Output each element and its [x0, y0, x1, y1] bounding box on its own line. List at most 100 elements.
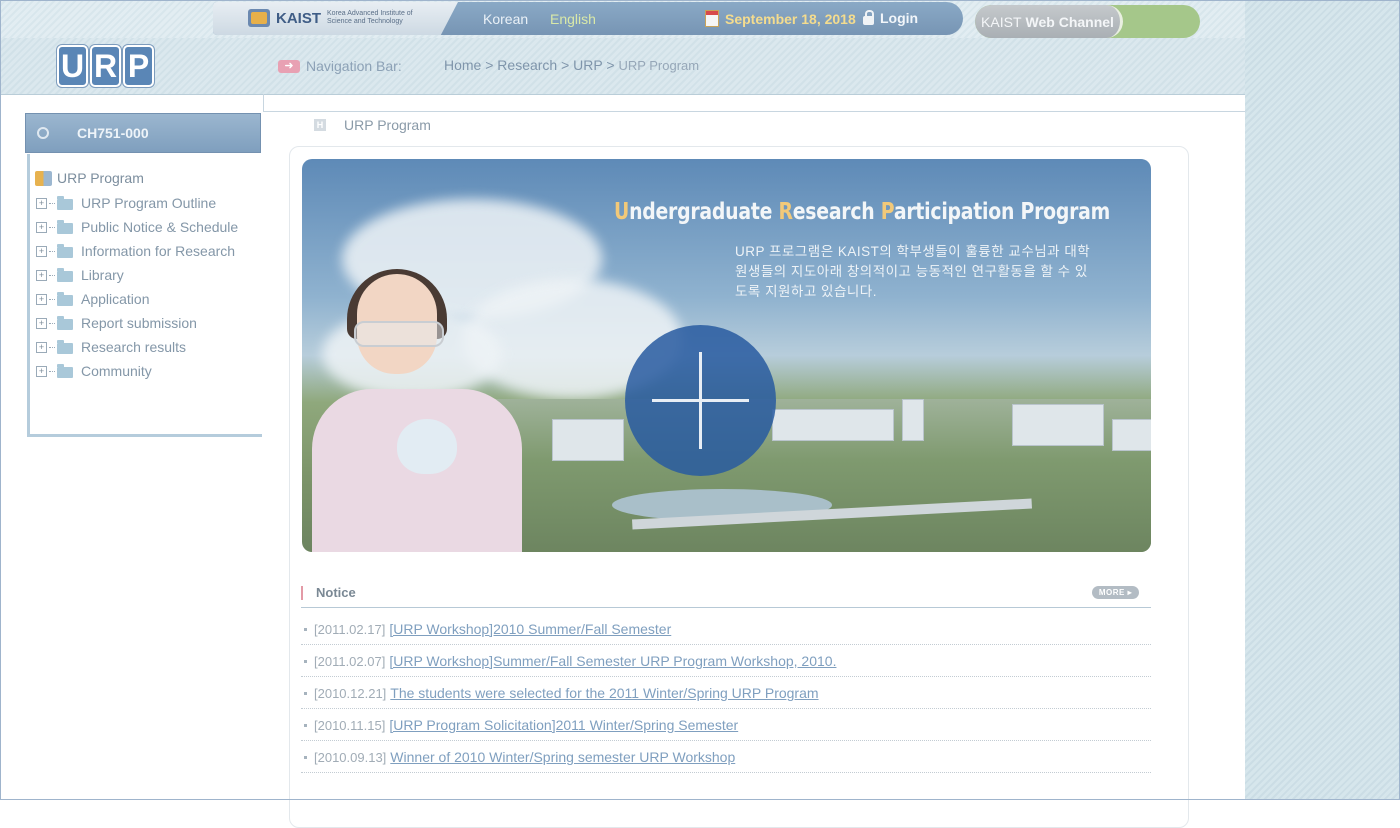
- notice-item: [2011.02.17] [URP Workshop]2010 Summer/F…: [301, 614, 1151, 645]
- sidebar-header: CH751-000: [25, 113, 261, 153]
- plus-box-icon[interactable]: +: [36, 293, 47, 305]
- notice-link[interactable]: [URP Workshop]Summer/Fall Semester URP P…: [389, 653, 836, 669]
- bullet-icon: [304, 723, 307, 727]
- notice-list: [2011.02.17] [URP Workshop]2010 Summer/F…: [301, 614, 1151, 774]
- sidebar-item-information-for-research[interactable]: + Information for Research: [36, 243, 235, 259]
- kaist-tv-icon: [248, 9, 270, 27]
- lang-english-link[interactable]: English: [550, 11, 596, 27]
- top-utility-bar: KAIST Korea Advanced Institute of Scienc…: [213, 2, 963, 35]
- folder-icon: [57, 268, 73, 282]
- urp-logo[interactable]: U R P: [57, 45, 154, 87]
- sidebar-item-report-submission[interactable]: + Report submission: [36, 315, 197, 331]
- plus-box-icon[interactable]: +: [36, 245, 47, 257]
- circle-icon: [37, 127, 49, 139]
- sidebar-item-label: URP Program Outline: [81, 195, 217, 211]
- login-link[interactable]: Login: [863, 9, 919, 26]
- sidebar-item-label: Research results: [81, 339, 187, 355]
- arrow-right-icon: ➜: [278, 59, 300, 73]
- notice-item: [2010.12.21] The students were selected …: [301, 678, 1151, 709]
- kaist-logo[interactable]: KAIST Korea Advanced Institute of Scienc…: [248, 9, 437, 27]
- notice-link[interactable]: Winner of 2010 Winter/Spring semester UR…: [390, 749, 735, 765]
- notice-more-button[interactable]: MORE ▸: [1092, 586, 1139, 599]
- notice-link[interactable]: [URP Program Solicitation]2011 Winter/Sp…: [389, 717, 738, 733]
- kaist-wordmark: KAIST: [276, 9, 321, 27]
- banner-title-r: R: [778, 199, 793, 225]
- kaist-subtitle: Korea Advanced Institute of Science and …: [327, 10, 413, 25]
- date-display: September 18, 2018: [705, 10, 856, 27]
- notice-date: [2010.09.13]: [314, 749, 387, 765]
- tree-root-label: URP Program: [57, 170, 144, 186]
- sidebar-item-urp-program-outline[interactable]: + URP Program Outline: [36, 195, 216, 211]
- notice-item: [2010.11.15] [URP Program Solicitation]2…: [301, 710, 1151, 741]
- folder-icon: [57, 292, 73, 306]
- sidebar-item-community[interactable]: + Community: [36, 363, 152, 379]
- sidebar-item-library[interactable]: + Library: [36, 267, 124, 283]
- heading-icon: H: [314, 119, 326, 131]
- sidebar-item-label: Library: [81, 267, 124, 283]
- notice-item: [2011.02.07] [URP Workshop]Summer/Fall S…: [301, 646, 1151, 677]
- folder-icon: [57, 364, 73, 378]
- breadcrumb: Home > Research > URP > URP Program: [444, 57, 699, 73]
- sidebar-tree: URP Program + URP Program Outline + Publ…: [27, 154, 262, 437]
- tv-icon: [35, 170, 52, 186]
- banner-description: URP 프로그램은 KAIST의 학부생들이 훌륭한 교수님과 대학원생들의 지…: [735, 244, 1091, 299]
- web-channel-label: KAIST Web Channel: [975, 5, 1123, 38]
- urp-logo-letter-r: R: [90, 45, 121, 87]
- folder-icon: [57, 316, 73, 330]
- notice-header: Notice MORE ▸: [301, 585, 1151, 608]
- banner-title-ndergraduate: ndergraduate: [629, 199, 779, 225]
- plus-box-icon[interactable]: +: [36, 197, 47, 209]
- folder-icon: [57, 340, 73, 354]
- campus-scene: [472, 399, 1151, 552]
- urp-logo-letter-p: P: [123, 45, 154, 87]
- plus-box-icon[interactable]: +: [36, 221, 47, 233]
- content-divider: [263, 94, 264, 112]
- bullet-icon: [304, 691, 307, 695]
- notice-date: [2011.02.17]: [314, 621, 386, 637]
- folder-icon: [57, 196, 73, 210]
- calendar-icon: [705, 10, 719, 27]
- bullet-icon: [304, 627, 307, 631]
- date-text: September 18, 2018: [725, 10, 856, 27]
- sidebar-code: CH751-000: [77, 125, 149, 141]
- sidebar-item-label: Report submission: [81, 315, 197, 331]
- breadcrumb-path[interactable]: Home > Research > URP >: [444, 57, 615, 73]
- folder-icon: [57, 244, 73, 258]
- sidebar-item-label: Community: [81, 363, 152, 379]
- page-title: H URP Program: [314, 117, 431, 133]
- notice-link[interactable]: [URP Workshop]2010 Summer/Fall Semester: [389, 621, 671, 637]
- banner-title-p: P: [880, 199, 894, 225]
- banner-title-u: U: [614, 199, 630, 225]
- lang-korean-link[interactable]: Korean: [483, 11, 528, 27]
- notice-marker: [301, 586, 303, 600]
- scientist-figure: [302, 269, 532, 552]
- sidebar-item-label: Public Notice & Schedule: [81, 219, 239, 235]
- sidebar-item-label: Application: [81, 291, 150, 307]
- bullet-icon: [304, 755, 307, 759]
- notice-link[interactable]: The students were selected for the 2011 …: [390, 685, 818, 701]
- login-text: Login: [880, 10, 919, 26]
- plus-box-icon[interactable]: +: [36, 317, 47, 329]
- urp-logo-letter-u: U: [57, 45, 88, 87]
- sidebar-item-research-results[interactable]: + Research results: [36, 339, 186, 355]
- sidebar-item-application[interactable]: + Application: [36, 291, 150, 307]
- tree-root-urp-program[interactable]: URP Program: [35, 170, 144, 186]
- crosshair-plus-icon[interactable]: [625, 325, 776, 476]
- plus-box-icon[interactable]: +: [36, 269, 47, 281]
- banner-title-esearch: esearch: [792, 199, 881, 225]
- navigation-bar-label: ➜ Navigation Bar:: [278, 58, 402, 74]
- notice-date: [2010.11.15]: [314, 717, 386, 733]
- banner-title-articipation: articipation Program: [893, 199, 1111, 225]
- plus-box-icon[interactable]: +: [36, 341, 47, 353]
- plus-box-icon[interactable]: +: [36, 365, 47, 377]
- kaist-logo-area: KAIST Korea Advanced Institute of Scienc…: [213, 2, 458, 35]
- sidebar-item-label: Information for Research: [81, 243, 236, 259]
- sidebar-item-public-notice[interactable]: + Public Notice & Schedule: [36, 219, 238, 235]
- notice-item: [2010.09.13] Winner of 2010 Winter/Sprin…: [301, 742, 1151, 773]
- breadcrumb-current: URP Program: [618, 58, 700, 73]
- content-top-line: [263, 111, 1245, 112]
- right-background: [1245, 0, 1400, 800]
- navigation-label-text: Navigation Bar:: [306, 58, 402, 74]
- kaist-web-channel-button[interactable]: KAIST Web Channel: [975, 5, 1200, 38]
- web-channel-prefix: KAIST: [981, 13, 1022, 30]
